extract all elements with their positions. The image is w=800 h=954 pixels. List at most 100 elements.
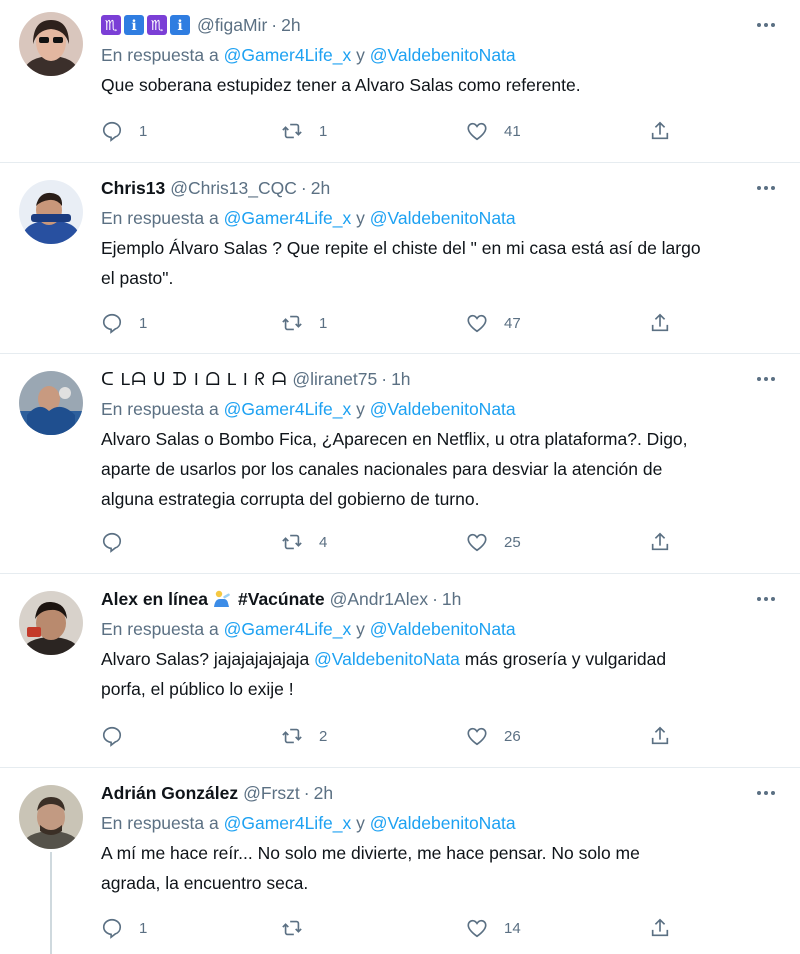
like-button[interactable]: 25	[466, 528, 521, 556]
display-name-hashtag[interactable]: #Vacúnate	[238, 589, 325, 610]
tweet-time[interactable]: 1h	[442, 589, 461, 610]
zodiac-badge-icon: ♏	[101, 15, 121, 35]
mention-link[interactable]: @ValdebenitoNata	[370, 399, 516, 419]
avatar[interactable]	[19, 785, 83, 849]
more-options-icon[interactable]	[752, 368, 780, 390]
like-count: 26	[504, 727, 521, 745]
share-button[interactable]	[649, 309, 671, 337]
reply-prefix: En respuesta a	[101, 813, 219, 833]
mention-link[interactable]: @ValdebenitoNata	[370, 208, 516, 228]
mention-link[interactable]: @Gamer4Life_x	[224, 619, 352, 639]
more-options-icon[interactable]	[752, 177, 780, 199]
like-count: 14	[504, 919, 521, 937]
retweet-button[interactable]: 2	[281, 722, 327, 750]
display-name[interactable]: Chris13	[101, 178, 165, 199]
retweet-icon	[282, 728, 302, 744]
user-handle[interactable]: @Andr1Alex	[330, 589, 429, 610]
user-handle[interactable]: @figaMir	[197, 15, 267, 36]
tweet-header: ᑕ Lᗩ ᑌ ᗪ I ᗝ L I ᖇ ᗩ @liranet75 · 1h	[101, 364, 780, 394]
tweet[interactable]: Chris13 @Chris13_CQC · 2h En respuesta a…	[0, 163, 800, 354]
reply-join: y	[356, 45, 365, 65]
user-handle[interactable]: @liranet75	[292, 369, 377, 390]
user-handle[interactable]: @Frszt	[243, 783, 300, 804]
reply-join: y	[356, 399, 365, 419]
replying-to: En respuesta a @Gamer4Life_x y @Valdeben…	[101, 614, 780, 644]
share-icon	[651, 918, 669, 937]
like-button[interactable]: 14	[466, 914, 521, 942]
tweet[interactable]: ᑕ Lᗩ ᑌ ᗪ I ᗝ L I ᖇ ᗩ @liranet75 · 1h En …	[0, 354, 800, 574]
tweet-text-line: aparte de usarlos por los canales nacion…	[101, 459, 663, 479]
like-button[interactable]: 47	[466, 309, 521, 337]
tweet-time[interactable]: 2h	[311, 178, 330, 199]
reply-button[interactable]	[101, 722, 139, 750]
reply-icon	[102, 532, 122, 553]
avatar[interactable]	[19, 591, 83, 655]
reply-button[interactable]: 1	[101, 309, 147, 337]
retweet-button[interactable]: 1	[281, 309, 327, 337]
mention-link[interactable]: @ValdebenitoNata	[314, 649, 460, 669]
tweet-feed: ♏ ℹ ♏ ℹ @figaMir · 2h En respuesta a @Ga…	[0, 0, 800, 954]
separator-dot: ·	[432, 588, 438, 609]
tweet-actions: 1 1 47	[101, 309, 780, 337]
thread-line	[50, 852, 52, 954]
like-button[interactable]: 41	[466, 117, 521, 145]
reply-button[interactable]: 1	[101, 914, 147, 942]
tweet[interactable]: ♏ ℹ ♏ ℹ @figaMir · 2h En respuesta a @Ga…	[0, 0, 800, 163]
vaccine-emoji-icon	[214, 590, 230, 607]
tweet-time[interactable]: 1h	[391, 369, 410, 390]
separator-dot: ·	[300, 177, 307, 198]
heart-icon	[467, 122, 487, 141]
tweet-text-line: porfa, el público lo exije !	[101, 679, 294, 699]
reply-prefix: En respuesta a	[101, 399, 219, 419]
info-badge-icon: ℹ	[170, 15, 190, 35]
mention-link[interactable]: @ValdebenitoNata	[370, 619, 516, 639]
avatar[interactable]	[19, 180, 83, 244]
retweet-button[interactable]: 4	[281, 528, 327, 556]
like-button[interactable]: 26	[466, 722, 521, 750]
mention-link[interactable]: @Gamer4Life_x	[224, 399, 352, 419]
mention-link[interactable]: @ValdebenitoNata	[370, 45, 516, 65]
info-badge-icon: ℹ	[124, 15, 144, 35]
tweet-actions: 1 14	[101, 914, 780, 942]
share-button[interactable]	[649, 528, 671, 556]
replying-to: En respuesta a @Gamer4Life_x y @Valdeben…	[101, 203, 780, 233]
share-icon	[651, 726, 669, 745]
tweet-time[interactable]: 2h	[314, 783, 333, 804]
user-handle[interactable]: @Chris13_CQC	[170, 178, 297, 199]
share-button[interactable]	[649, 722, 671, 750]
retweet-button[interactable]	[281, 914, 319, 942]
retweet-count: 4	[319, 533, 328, 551]
share-icon	[651, 313, 669, 332]
reply-count: 1	[139, 122, 148, 140]
more-options-icon[interactable]	[752, 14, 780, 36]
mention-link[interactable]: @ValdebenitoNata	[370, 813, 516, 833]
reply-join: y	[356, 208, 365, 228]
more-options-icon[interactable]	[752, 782, 780, 804]
retweet-button[interactable]: 1	[281, 117, 327, 145]
tweet[interactable]: Adrián González @Frszt · 2h En respuesta…	[0, 768, 800, 954]
avatar[interactable]	[19, 371, 83, 435]
tweet-time[interactable]: 2h	[281, 15, 300, 36]
avatar[interactable]	[19, 12, 83, 76]
display-name[interactable]: ᑕ Lᗩ ᑌ ᗪ I ᗝ L I ᖇ ᗩ	[101, 369, 287, 390]
tweet-text: Ejemplo Álvaro Salas ? Que repite el chi…	[101, 233, 780, 293]
mention-link[interactable]: @Gamer4Life_x	[224, 813, 352, 833]
reply-button[interactable]: 1	[101, 117, 147, 145]
retweet-icon	[282, 920, 302, 936]
retweet-count: 1	[319, 122, 328, 140]
mention-link[interactable]: @Gamer4Life_x	[224, 208, 352, 228]
share-button[interactable]	[649, 914, 671, 942]
tweet-text-line: Alvaro Salas o Bombo Fica, ¿Aparecen en …	[101, 429, 688, 449]
like-count: 25	[504, 533, 521, 551]
tweet[interactable]: Alex en línea #Vacúnate @Andr1Alex · 1h …	[0, 574, 800, 768]
reply-prefix: En respuesta a	[101, 619, 219, 639]
display-name[interactable]: Alex en línea	[101, 589, 208, 610]
tweet-header: ♏ ℹ ♏ ℹ @figaMir · 2h	[101, 10, 780, 40]
more-options-icon[interactable]	[752, 588, 780, 610]
share-button[interactable]	[649, 117, 671, 145]
reply-icon	[102, 726, 122, 747]
display-name[interactable]: Adrián González	[101, 783, 238, 804]
tweet-text: Que soberana estupidez tener a Alvaro Sa…	[101, 75, 581, 95]
mention-link[interactable]: @Gamer4Life_x	[224, 45, 352, 65]
reply-button[interactable]	[101, 528, 139, 556]
